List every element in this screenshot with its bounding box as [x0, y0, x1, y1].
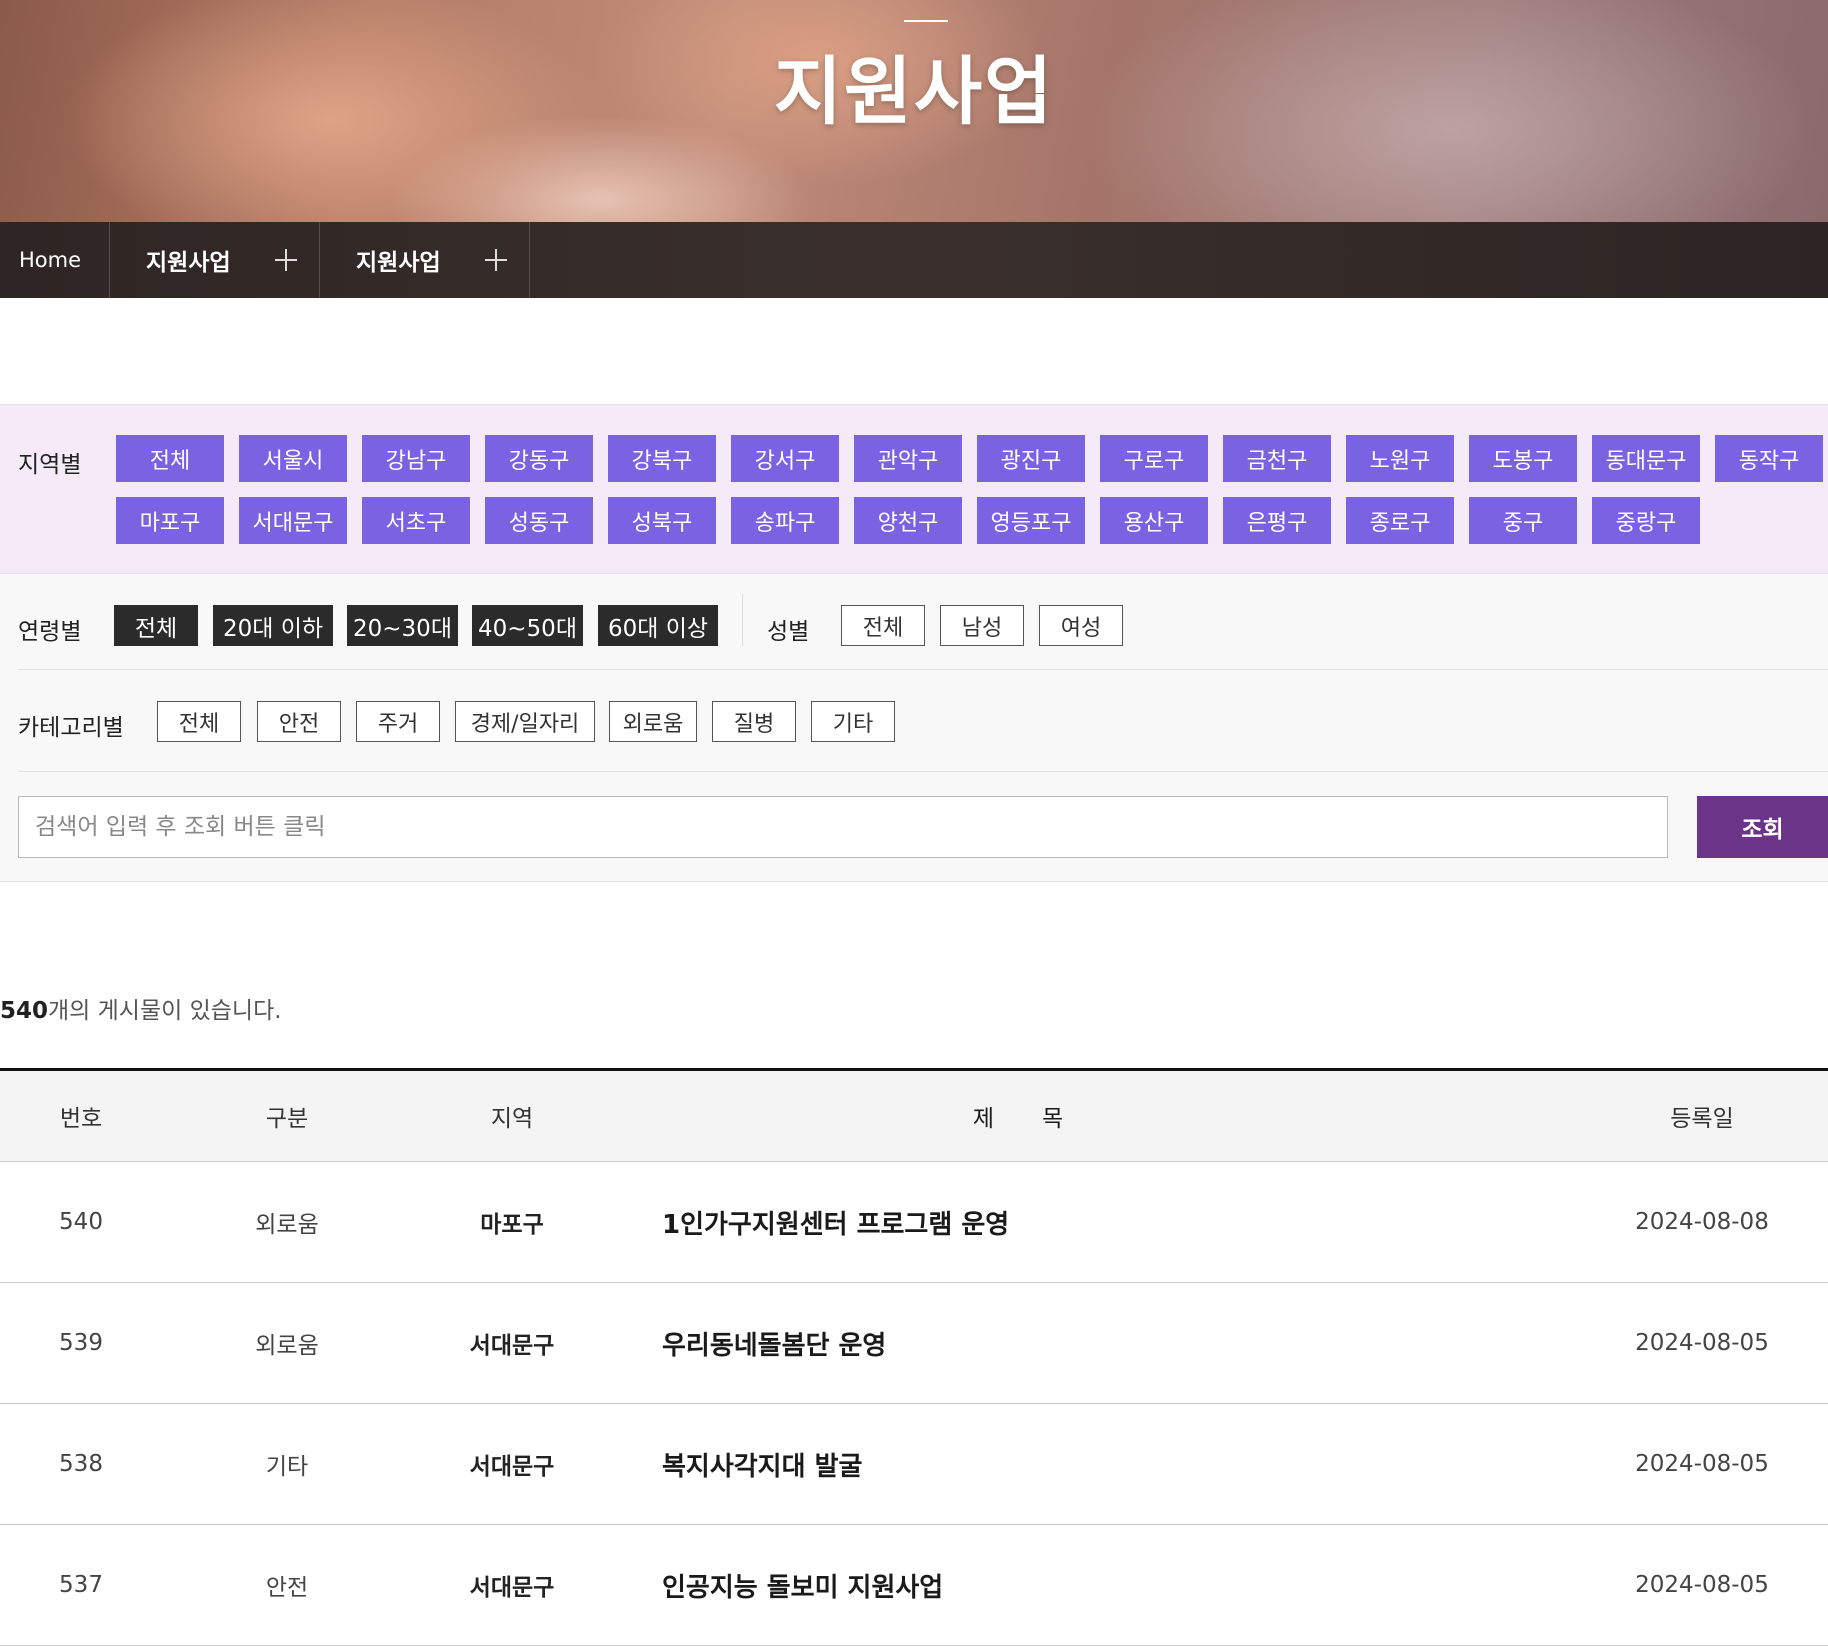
gender-filter-male[interactable]: 남성 [940, 605, 1024, 646]
region-filter-button[interactable]: 도봉구 [1469, 435, 1577, 482]
row-region: 서대문구 [469, 1575, 555, 1601]
row-divider [18, 771, 1828, 772]
region-filter-button[interactable]: 강서구 [731, 435, 839, 482]
region-filter-button[interactable]: 양천구 [854, 497, 962, 544]
page-title: 지원사업 [773, 49, 1055, 135]
row-number: 539 [59, 1330, 103, 1356]
region-filter-button[interactable]: 관악구 [854, 435, 962, 482]
breadcrumb-label-2: 지원사업 [356, 250, 441, 276]
row-divider [18, 669, 1828, 670]
search-input[interactable] [18, 796, 1668, 858]
region-filter-button[interactable]: 구로구 [1100, 435, 1208, 482]
post-count-suffix: 개의 게시물이 있습니다. [48, 998, 282, 1024]
category-filter-etc[interactable]: 기타 [811, 701, 895, 742]
gender-filter-female[interactable]: 여성 [1039, 605, 1123, 646]
category-filter-economy[interactable]: 경제/일자리 [455, 701, 595, 742]
gender-filter-all[interactable]: 전체 [841, 605, 925, 646]
row-title-link[interactable]: 복지사각지대 발굴 [662, 1404, 1562, 1524]
board-table: 번호 구분 지역 제목 등록일 540 외로움 마포구 1인가구지원센터 프로그램 운… [0, 1068, 1828, 1646]
header-number: 번호 [59, 1106, 103, 1132]
age-filter-60s-over[interactable]: 60대 이상 [598, 605, 718, 646]
row-category: 안전 [265, 1575, 309, 1601]
row-date: 2024-08-05 [1635, 1451, 1769, 1477]
age-filter-40-50s[interactable]: 40~50대 [472, 605, 583, 646]
breadcrumb-dropdown-1[interactable]: 지원사업 [110, 222, 320, 298]
hero-banner: 지원사업 [0, 0, 1828, 222]
region-filter-button[interactable]: 동대문구 [1592, 435, 1700, 482]
header-date: 등록일 [1670, 1106, 1734, 1132]
region-filter-button[interactable]: 성동구 [485, 497, 593, 544]
row-title-link[interactable]: 1인가구지원센터 프로그램 운영 [662, 1162, 1562, 1282]
filter-divider [742, 594, 743, 646]
breadcrumb-label-1: 지원사업 [146, 250, 231, 276]
region-filter-button[interactable]: 중랑구 [1592, 497, 1700, 544]
region-filter-button[interactable]: 중구 [1469, 497, 1577, 544]
row-title-link[interactable]: 인공지능 돌보미 지원사업 [662, 1525, 1562, 1645]
region-filter-button[interactable]: 금천구 [1223, 435, 1331, 482]
region-filter-button[interactable]: 강남구 [362, 435, 470, 482]
category-filter-label: 카테고리별 [18, 715, 124, 741]
table-row: 537 안전 서대문구 인공지능 돌보미 지원사업 2024-08-05 [0, 1525, 1828, 1646]
category-filter-safety[interactable]: 안전 [257, 701, 341, 742]
region-filter-button[interactable]: 종로구 [1346, 497, 1454, 544]
header-title: 제목 [972, 1106, 1112, 1132]
table-header: 번호 구분 지역 제목 등록일 [0, 1068, 1828, 1162]
breadcrumb: Home 지원사업 지원사업 [0, 222, 1828, 298]
row-number: 538 [59, 1451, 103, 1477]
region-filter-button[interactable]: 노원구 [1346, 435, 1454, 482]
region-filter-button[interactable]: 광진구 [977, 435, 1085, 482]
header-category: 구분 [265, 1106, 309, 1132]
region-filter-button[interactable]: 서울시 [239, 435, 347, 482]
plus-icon [485, 249, 507, 271]
row-category: 외로움 [255, 1212, 319, 1238]
category-filter-loneliness[interactable]: 외로움 [609, 701, 697, 742]
home-link[interactable]: Home [0, 222, 110, 298]
row-title-link[interactable]: 우리동네돌봄단 운영 [662, 1283, 1562, 1403]
region-filter-button[interactable]: 용산구 [1100, 497, 1208, 544]
region-filter-button[interactable]: 은평구 [1223, 497, 1331, 544]
row-category: 기타 [265, 1454, 309, 1480]
gender-filter-label: 성별 [767, 619, 810, 645]
region-filter-button[interactable]: 강북구 [608, 435, 716, 482]
category-filter-housing[interactable]: 주거 [356, 701, 440, 742]
filter-panel: 연령별 전체 20대 이하 20~30대 40~50대 60대 이상 성별 전체… [0, 574, 1828, 882]
region-filter-button[interactable]: 송파구 [731, 497, 839, 544]
region-filter-label: 지역별 [18, 452, 82, 478]
category-filter-disease[interactable]: 질병 [712, 701, 796, 742]
region-filter-button[interactable]: 동작구 [1715, 435, 1823, 482]
row-region: 서대문구 [469, 1333, 555, 1359]
table-row: 539 외로움 서대문구 우리동네돌봄단 운영 2024-08-05 [0, 1283, 1828, 1404]
plus-icon [275, 249, 297, 271]
row-category: 외로움 [255, 1333, 319, 1359]
row-date: 2024-08-05 [1635, 1572, 1769, 1598]
post-count: 540개의 게시물이 있습니다. [0, 991, 282, 1025]
region-filter-button[interactable]: 성북구 [608, 497, 716, 544]
row-date: 2024-08-05 [1635, 1330, 1769, 1356]
table-row: 538 기타 서대문구 복지사각지대 발굴 2024-08-05 [0, 1404, 1828, 1525]
region-filter-button[interactable]: 영등포구 [977, 497, 1085, 544]
row-date: 2024-08-08 [1635, 1209, 1769, 1235]
age-filter-all[interactable]: 전체 [114, 605, 198, 646]
age-filter-label: 연령별 [18, 619, 82, 645]
row-number: 540 [59, 1209, 103, 1235]
search-button[interactable]: 조회 [1697, 796, 1828, 858]
region-filter-button[interactable]: 마포구 [116, 497, 224, 544]
row-number: 537 [59, 1572, 103, 1598]
region-filter-button[interactable]: 전체 [116, 435, 224, 482]
post-count-number: 540 [0, 998, 49, 1024]
row-region: 마포구 [480, 1212, 544, 1238]
hero-divider [904, 20, 948, 22]
row-region: 서대문구 [469, 1454, 555, 1480]
header-region: 지역 [490, 1106, 534, 1132]
region-filter-button[interactable]: 서초구 [362, 497, 470, 544]
table-row: 540 외로움 마포구 1인가구지원센터 프로그램 운영 2024-08-08 [0, 1162, 1828, 1283]
breadcrumb-dropdown-2[interactable]: 지원사업 [320, 222, 530, 298]
age-filter-20-30s[interactable]: 20~30대 [347, 605, 458, 646]
region-filter: 지역별 전체 서울시 강남구 강동구 강북구 강서구 관악구 광진구 구로구 금천구 노원구 도봉구 동… [0, 404, 1828, 574]
region-filter-button[interactable]: 강동구 [485, 435, 593, 482]
region-filter-button[interactable]: 서대문구 [239, 497, 347, 544]
age-filter-20s-under[interactable]: 20대 이하 [213, 605, 333, 646]
category-filter-all[interactable]: 전체 [157, 701, 241, 742]
